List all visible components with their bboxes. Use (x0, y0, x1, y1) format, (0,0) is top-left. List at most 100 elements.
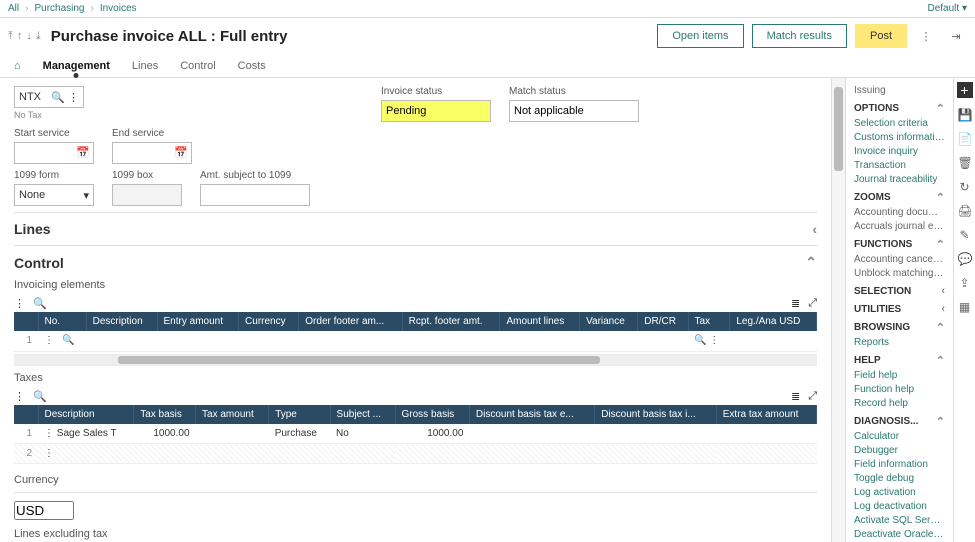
form1099-select[interactable]: None▾ (14, 184, 94, 206)
search-icon[interactable]: 🔍 (33, 390, 47, 403)
col-basis[interactable]: Tax basis (134, 405, 196, 424)
invoice-inquiry-link[interactable]: Invoice inquiry (854, 146, 945, 157)
table-row[interactable]: 1 ⋮ Sage Sales T 1000.00 Purchase No 100… (14, 424, 817, 444)
expand-icon[interactable]: ⤢ (808, 297, 817, 310)
prev-record-icon[interactable]: ↑ (17, 30, 23, 43)
edit-icon[interactable]: ✎ (958, 228, 972, 242)
first-record-icon[interactable]: ⤒ (8, 30, 13, 43)
record-help-link[interactable]: Record help (854, 398, 945, 409)
log-deactivation-link[interactable]: Log deactivation (854, 501, 945, 512)
next-record-icon[interactable]: ↓ (26, 30, 32, 43)
col-desc[interactable]: Description (38, 405, 134, 424)
col-rcpt[interactable]: Rcpt. footer amt. (402, 312, 500, 331)
print-icon[interactable]: 🖨 (958, 204, 972, 218)
match-status-field[interactable] (509, 100, 639, 122)
table-row[interactable]: 1⋮ 🔍🔍 ⋮ (14, 331, 817, 351)
calendar-icon[interactable]: 📅 (76, 146, 90, 159)
ntx-lookup[interactable]: NTX🔍 ⋮ (14, 86, 84, 108)
col-leg[interactable]: Leg./Ana USD (730, 312, 817, 331)
horizontal-scrollbar[interactable] (14, 354, 817, 366)
control-section-header[interactable]: Control ⌃ (14, 254, 817, 271)
table-menu-icon[interactable]: ⋮ (14, 297, 25, 310)
search-icon[interactable]: 🔍 (33, 297, 47, 310)
tab-control[interactable]: Control (180, 60, 215, 72)
tab-costs[interactable]: Costs (238, 60, 266, 72)
add-icon[interactable]: + (957, 82, 973, 98)
options-header[interactable]: OPTIONS⌃ (854, 102, 945, 115)
issuing-link[interactable]: Issuing (854, 85, 945, 96)
tab-lines[interactable]: Lines (132, 60, 158, 72)
selection-header[interactable]: SELECTION‹ (854, 285, 945, 297)
col-type[interactable]: Type (269, 405, 330, 424)
col-desc[interactable]: Description (86, 312, 157, 331)
journal-traceability-link[interactable]: Journal traceability (854, 174, 945, 185)
function-help-link[interactable]: Function help (854, 384, 945, 395)
col-amt[interactable]: Amount lines (500, 312, 580, 331)
col-no[interactable]: No. (38, 312, 86, 331)
exit-icon[interactable]: ⇥ (945, 25, 967, 47)
col-subj[interactable]: Subject ... (330, 405, 395, 424)
selection-criteria-link[interactable]: Selection criteria (854, 118, 945, 129)
amt-subject-input[interactable] (200, 184, 310, 206)
col-curr[interactable]: Currency (239, 312, 299, 331)
col-tax[interactable]: Tax (688, 312, 730, 331)
oracle-log-link[interactable]: Deactivate Oracle log (854, 529, 945, 540)
bc-invoices[interactable]: Invoices (100, 3, 137, 14)
col-taxamt[interactable]: Tax amount (196, 405, 269, 424)
browsing-header[interactable]: BROWSING⌃ (854, 321, 945, 334)
col-gross[interactable]: Gross basis (395, 405, 469, 424)
debugger-link[interactable]: Debugger (854, 445, 945, 456)
functions-header[interactable]: FUNCTIONS⌃ (854, 238, 945, 251)
acc-cancel-link[interactable]: Accounting cancellation (854, 254, 945, 265)
comment-icon[interactable]: 💬 (958, 252, 972, 266)
currency-input[interactable] (14, 501, 74, 520)
field-help-link[interactable]: Field help (854, 370, 945, 381)
col-entry[interactable]: Entry amount (157, 312, 239, 331)
refresh-icon[interactable]: ↻ (958, 180, 972, 194)
chevron-left-icon[interactable]: ‹ (812, 221, 817, 237)
help-header[interactable]: HELP⌃ (854, 354, 945, 367)
expand-icon[interactable]: ⤢ (808, 390, 817, 403)
col-drcr[interactable]: DR/CR (638, 312, 688, 331)
customs-info-link[interactable]: Customs information (854, 132, 945, 143)
log-activation-link[interactable]: Log activation (854, 487, 945, 498)
share-icon[interactable]: ⇪ (958, 276, 972, 290)
unblock-match-link[interactable]: Unblock matching error (854, 268, 945, 279)
match-results-button[interactable]: Match results (752, 24, 847, 48)
lines-section-header[interactable]: Lines ‹ (14, 221, 817, 237)
invoice-status-field[interactable] (381, 100, 491, 122)
table-menu-icon[interactable]: ⋮ (14, 390, 25, 403)
more-menu-icon[interactable]: ⋮ (915, 25, 937, 47)
reports-link[interactable]: Reports (854, 337, 945, 348)
open-items-button[interactable]: Open items (657, 24, 743, 48)
accounting-doc-link[interactable]: Accounting document (854, 207, 945, 218)
toggle-debug-link[interactable]: Toggle debug (854, 473, 945, 484)
tab-management[interactable]: Management (43, 60, 110, 72)
new-icon[interactable]: 📄 (958, 132, 972, 146)
diagnosis-header[interactable]: DIAGNOSIS...⌃ (854, 415, 945, 428)
transaction-link[interactable]: Transaction (854, 160, 945, 171)
chevron-up-icon[interactable]: ⌃ (805, 254, 817, 271)
utilities-header[interactable]: UTILITIES‹ (854, 303, 945, 315)
attach-icon[interactable]: ▦ (958, 300, 972, 314)
col-order[interactable]: Order footer am... (299, 312, 402, 331)
calendar-icon[interactable]: 📅 (174, 146, 188, 159)
delete-icon[interactable]: 🗑 (958, 156, 972, 170)
default-dropdown[interactable]: Default ▾ (928, 3, 968, 14)
sql-trace-link[interactable]: Activate SQL Server tr... (854, 515, 945, 526)
col-disc1[interactable]: Discount basis tax e... (469, 405, 594, 424)
home-icon[interactable]: ⌂ (14, 60, 21, 72)
bc-purchasing[interactable]: Purchasing (34, 3, 84, 14)
bc-all[interactable]: All (8, 3, 19, 14)
col-var[interactable]: Variance (580, 312, 638, 331)
filter-icon[interactable]: ≣ (791, 390, 800, 403)
table-row[interactable]: 2⋮ (14, 444, 817, 464)
last-record-icon[interactable]: ⤓ (36, 30, 41, 43)
zooms-header[interactable]: ZOOMS⌃ (854, 191, 945, 204)
field-info-link[interactable]: Field information (854, 459, 945, 470)
accruals-link[interactable]: Accruals journal entries (854, 221, 945, 232)
col-extra[interactable]: Extra tax amount (716, 405, 816, 424)
calculator-link[interactable]: Calculator (854, 431, 945, 442)
post-button[interactable]: Post (855, 24, 907, 48)
vertical-scrollbar[interactable] (831, 78, 845, 542)
